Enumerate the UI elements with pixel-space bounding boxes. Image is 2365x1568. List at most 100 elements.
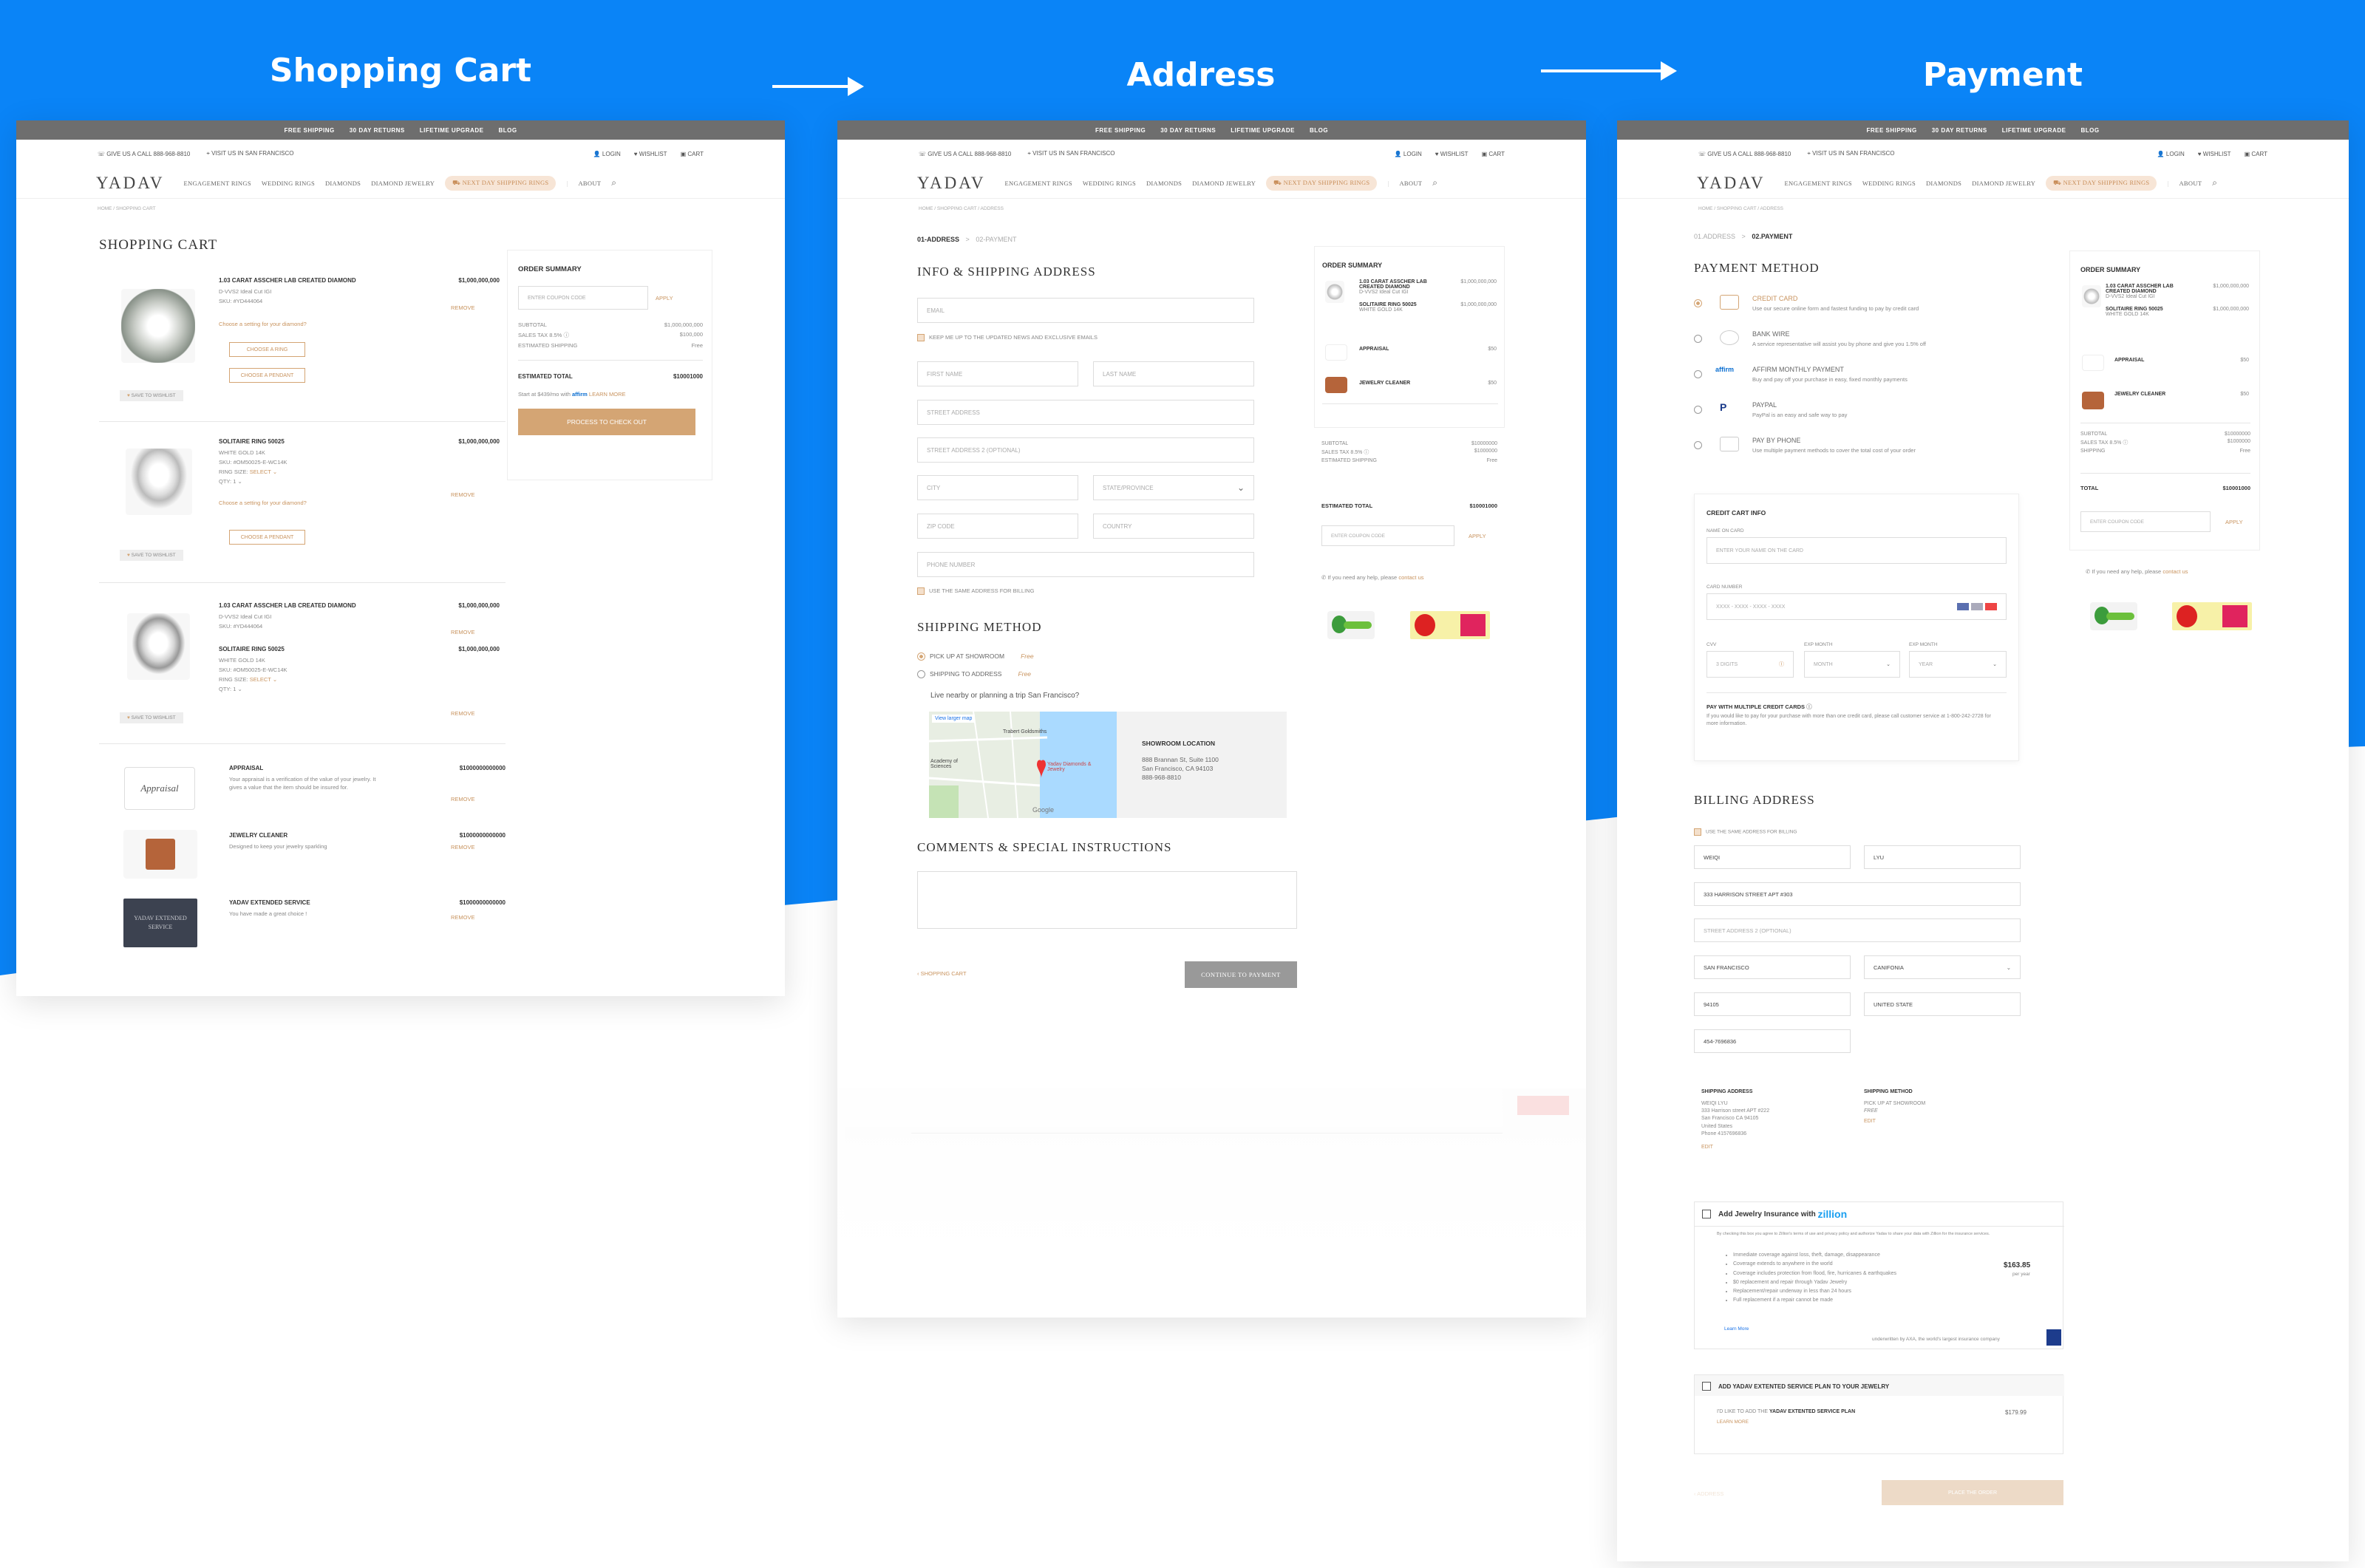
- topbar-item[interactable]: FREE SHIPPING: [1866, 127, 1916, 134]
- phone-link[interactable]: ☏ GIVE US A CALL 888-968-8810: [98, 151, 190, 157]
- contact-link[interactable]: contact us: [2162, 568, 2188, 575]
- logo[interactable]: YADAV: [917, 174, 986, 193]
- country-field[interactable]: COUNTRY: [1093, 514, 1254, 539]
- topbar-item[interactable]: BLOG: [2080, 127, 2099, 134]
- nav-about[interactable]: ABOUT: [2179, 180, 2202, 187]
- last-name-field[interactable]: LAST NAME: [1093, 361, 1254, 386]
- nav-engagement[interactable]: ENGAGEMENT RINGS: [1005, 180, 1072, 187]
- same-billing-checkbox[interactable]: USE THE SAME ADDRESS FOR BILLING: [917, 587, 1034, 596]
- item-name[interactable]: SOLITAIRE RING 50025: [219, 438, 285, 445]
- nav-wedding[interactable]: WEDDING RINGS: [1083, 180, 1136, 187]
- street-field[interactable]: STREET ADDRESS: [917, 400, 1254, 425]
- ring-set-image[interactable]: [127, 613, 190, 680]
- insurance-learn-more[interactable]: Learn More: [1724, 1326, 1749, 1332]
- city-field[interactable]: CITY: [917, 475, 1078, 500]
- choose-ring-button[interactable]: CHOOSE A RING: [229, 342, 305, 357]
- nav-diamonds[interactable]: DIAMONDS: [325, 180, 361, 187]
- search-icon[interactable]: ⌕: [1432, 177, 1437, 188]
- login-link[interactable]: 👤 LOGIN: [593, 151, 621, 157]
- insurance-checkbox[interactable]: Add Jewelry Insurance with zillion: [1702, 1208, 1847, 1220]
- nav-jewelry[interactable]: DIAMOND JEWELRY: [1972, 180, 2035, 187]
- apply-button[interactable]: APPLY: [2225, 519, 2243, 525]
- search-icon[interactable]: ⌕: [611, 177, 616, 188]
- remove-link[interactable]: REMOVE: [451, 914, 475, 921]
- topbar-item[interactable]: 30 DAY RETURNS: [1932, 127, 1987, 134]
- billing-city-field[interactable]: SAN FRANCISCO: [1694, 955, 1851, 979]
- topbar-item[interactable]: FREE SHIPPING: [1095, 127, 1146, 134]
- learn-more-link[interactable]: LEARN MORE: [589, 391, 626, 398]
- ship-to-address-radio[interactable]: SHIPPING TO ADDRESS Free: [917, 670, 1031, 679]
- info-icon[interactable]: ⓘ: [1364, 450, 1369, 455]
- billing-street2-field[interactable]: STREET ADDRESS 2 (OPTIONAL): [1694, 918, 2021, 942]
- nav-wedding[interactable]: WEDDING RINGS: [1862, 180, 1916, 187]
- cart-link[interactable]: ▣ CART: [1482, 151, 1505, 157]
- newsletter-checkbox[interactable]: KEEP ME UP TO THE UPDATED NEWS AND EXCLU…: [917, 334, 1098, 342]
- nav-jewelry[interactable]: DIAMOND JEWELRY: [371, 180, 435, 187]
- info-icon[interactable]: ⓘ: [2123, 440, 2128, 446]
- coupon-input[interactable]: ENTER COUPON CODE: [1321, 525, 1454, 546]
- apply-button[interactable]: APPLY: [656, 295, 673, 301]
- search-icon[interactable]: ⌕: [2212, 177, 2217, 188]
- qty-select[interactable]: 1 ⌄: [233, 478, 242, 485]
- remove-link[interactable]: REMOVE: [451, 304, 475, 311]
- phone-link[interactable]: ☏ GIVE US A CALL 888-968-8810: [919, 151, 1011, 157]
- method-phone[interactable]: PAY BY PHONE Use multiple payment methods…: [1694, 437, 2019, 472]
- billing-last-field[interactable]: LYU: [1864, 845, 2021, 869]
- save-to-wishlist-button[interactable]: ♥ SAVE TO WISHLIST: [120, 550, 183, 561]
- billing-same-checkbox[interactable]: USE THE SAME ADDRESS FOR BILLING: [1694, 828, 1797, 836]
- nav-jewelry[interactable]: DIAMOND JEWELRY: [1192, 180, 1256, 187]
- topbar-item[interactable]: LIFETIME UPGRADE: [2002, 127, 2066, 134]
- ring-size-select[interactable]: SELECT ⌄: [250, 676, 277, 683]
- month-select[interactable]: MONTH ⌄: [1804, 651, 1900, 678]
- next-day-pill[interactable]: ⛟ NEXT DAY SHIPPING RINGS: [2046, 175, 2157, 191]
- logo[interactable]: YADAV: [96, 174, 165, 193]
- qty-select[interactable]: 1 ⌄: [233, 686, 242, 692]
- method-credit-card[interactable]: CREDIT CARD Use our secure online form an…: [1694, 295, 2019, 330]
- street2-field[interactable]: STREET ADDRESS 2 (OPTIONAL): [917, 437, 1254, 463]
- item-name[interactable]: SOLITAIRE RING 50025: [219, 646, 285, 652]
- nav-about[interactable]: ABOUT: [1399, 180, 1422, 187]
- nav-engagement[interactable]: ENGAGEMENT RINGS: [184, 180, 251, 187]
- phone-field[interactable]: PHONE NUMBER: [917, 552, 1254, 577]
- apply-button[interactable]: APPLY: [1469, 533, 1486, 539]
- nav-diamonds[interactable]: DIAMONDS: [1146, 180, 1182, 187]
- topbar-item[interactable]: LIFETIME UPGRADE: [420, 127, 484, 134]
- year-select[interactable]: YEAR ⌄: [1909, 651, 2007, 678]
- cart-link[interactable]: ▣ CART: [2245, 151, 2267, 157]
- item-name[interactable]: 1.03 CARAT ASSCHER LAB CREATED DIAMOND: [219, 277, 356, 284]
- step-address[interactable]: 01-ADDRESS: [917, 236, 959, 243]
- first-name-field[interactable]: FIRST NAME: [917, 361, 1078, 386]
- cvv-input[interactable]: 3 DIGITS ⓘ: [1706, 651, 1794, 678]
- nav-about[interactable]: ABOUT: [578, 180, 601, 187]
- ring-image[interactable]: [126, 449, 192, 515]
- help-icon[interactable]: ⓘ: [1779, 661, 1784, 668]
- choose-pendant-button[interactable]: CHOOSE A PENDANT: [229, 530, 305, 545]
- map[interactable]: View larger map Trabert Goldsmiths Yadav…: [929, 712, 1117, 818]
- billing-state-select[interactable]: CANIFONIA ⌄: [1864, 955, 2021, 979]
- step-payment[interactable]: 02.PAYMENT: [1752, 233, 1792, 240]
- edit-address-link[interactable]: EDIT: [1701, 1144, 1769, 1151]
- logo[interactable]: YADAV: [1697, 174, 1766, 193]
- back-to-address-link[interactable]: ‹ ADDRESS: [1694, 1490, 1723, 1497]
- billing-country-field[interactable]: UNITED STATE: [1864, 992, 2021, 1016]
- topbar-item[interactable]: FREE SHIPPING: [284, 127, 334, 134]
- step-address[interactable]: 01.ADDRESS: [1694, 233, 1735, 240]
- remove-link[interactable]: REMOVE: [451, 710, 475, 717]
- place-order-button[interactable]: PLACE THE ORDER: [1882, 1480, 2063, 1505]
- name-on-card-input[interactable]: ENTER YOUR NAME ON THE CARD: [1706, 537, 2007, 564]
- save-to-wishlist-button[interactable]: ♥ SAVE TO WISHLIST: [120, 390, 183, 401]
- remove-link[interactable]: REMOVE: [451, 491, 475, 498]
- billing-street-field[interactable]: 333 HARRISON STREET APT #303: [1694, 882, 2021, 906]
- continue-button[interactable]: CONTINUE TO PAYMENT: [1185, 961, 1297, 988]
- nav-wedding[interactable]: WEDDING RINGS: [262, 180, 315, 187]
- diamond-image[interactable]: [121, 289, 195, 363]
- ring-size-select[interactable]: SELECT ⌄: [250, 468, 277, 475]
- visit-link[interactable]: ⌖ VISIT US IN SAN FRANCISCO: [1807, 150, 1894, 157]
- cart-link[interactable]: ▣ CART: [681, 151, 704, 157]
- login-link[interactable]: 👤 LOGIN: [2157, 151, 2185, 157]
- nav-engagement[interactable]: ENGAGEMENT RINGS: [1785, 180, 1852, 187]
- topbar-item[interactable]: LIFETIME UPGRADE: [1231, 127, 1295, 134]
- topbar-item[interactable]: BLOG: [498, 127, 517, 134]
- showroom-phone[interactable]: 888-968-8810: [1142, 774, 1181, 781]
- wishlist-link[interactable]: ♥ WISHLIST: [634, 151, 667, 157]
